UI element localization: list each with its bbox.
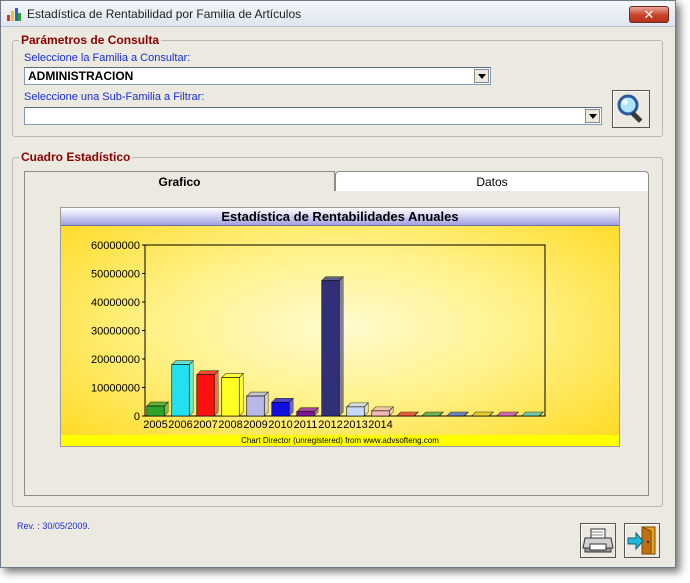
bar [196, 374, 215, 417]
stats-legend: Cuadro Estadístico [21, 150, 131, 164]
y-tick-label: 0 [134, 411, 140, 423]
y-tick-label: 30000000 [91, 326, 140, 338]
y-tick-label: 10000000 [91, 383, 140, 395]
bar [321, 280, 340, 417]
bar [271, 402, 290, 417]
title-bar[interactable]: Estadística de Rentabilidad por Familia … [1, 1, 675, 27]
bar [346, 406, 365, 417]
x-tick-label: 2006 [168, 419, 192, 431]
exit-door-icon [627, 526, 656, 555]
bar [371, 410, 390, 417]
bar-side [213, 369, 219, 417]
search-button[interactable] [612, 90, 650, 128]
x-tick-label: 2009 [243, 419, 267, 431]
chart-credit: Chart Director (unregistered) from www.a… [61, 435, 619, 446]
revision-text: Rev. : 30/05/2009. [17, 521, 90, 531]
chevron-down-icon[interactable] [474, 69, 489, 83]
x-tick-label: 2005 [143, 419, 167, 431]
tab-grafico[interactable]: Grafico [24, 171, 335, 191]
y-tick-label: 20000000 [91, 354, 140, 366]
bar-side [188, 359, 194, 417]
family-label: Seleccione la Familia a Consultar: [24, 52, 191, 64]
x-tick-label: 2011 [294, 419, 318, 431]
x-tick-label: 2012 [318, 419, 342, 431]
x-tick-label: 2008 [218, 419, 242, 431]
y-tick-label: 60000000 [91, 240, 140, 252]
bar-chart: Estadística de Rentabilidades Anuales 01… [60, 207, 620, 447]
bar [296, 411, 315, 417]
family-value: ADMINISTRACION [28, 69, 134, 83]
close-button[interactable]: ✕ [629, 6, 669, 23]
magnifier-icon [617, 94, 643, 123]
bar [246, 395, 265, 417]
subfamily-label: Seleccione una Sub-Familia a Filtrar: [24, 91, 205, 103]
print-button[interactable] [580, 523, 616, 558]
bar [171, 364, 190, 417]
window-title: Estadística de Rentabilidad por Familia … [27, 7, 302, 21]
y-tick-label: 50000000 [91, 269, 140, 281]
chevron-down-icon[interactable] [585, 109, 600, 123]
exit-button[interactable] [624, 523, 660, 558]
tab-datos[interactable]: Datos [335, 171, 649, 191]
chart-plot: 0 10000000 20000000 30000000 40000000 5000000… [91, 240, 546, 431]
bar-side [238, 372, 244, 417]
bar [146, 405, 165, 417]
bar-side [338, 275, 344, 417]
bar-side [263, 391, 269, 417]
x-tick-label: 2007 [193, 419, 217, 431]
x-tick-label: 2010 [268, 419, 292, 431]
bar [221, 377, 240, 417]
y-tick-label: 40000000 [91, 297, 140, 309]
printer-icon [582, 528, 614, 553]
family-select[interactable]: ADMINISTRACION [24, 67, 491, 85]
x-tick-label: 2013 [343, 419, 367, 431]
main-window: Estadística de Rentabilidad por Familia … [0, 0, 676, 568]
app-icon [7, 8, 21, 21]
x-tick-label: 2014 [368, 419, 392, 431]
subfamily-select[interactable] [24, 107, 602, 125]
params-legend: Parámetros de Consulta [21, 33, 160, 47]
